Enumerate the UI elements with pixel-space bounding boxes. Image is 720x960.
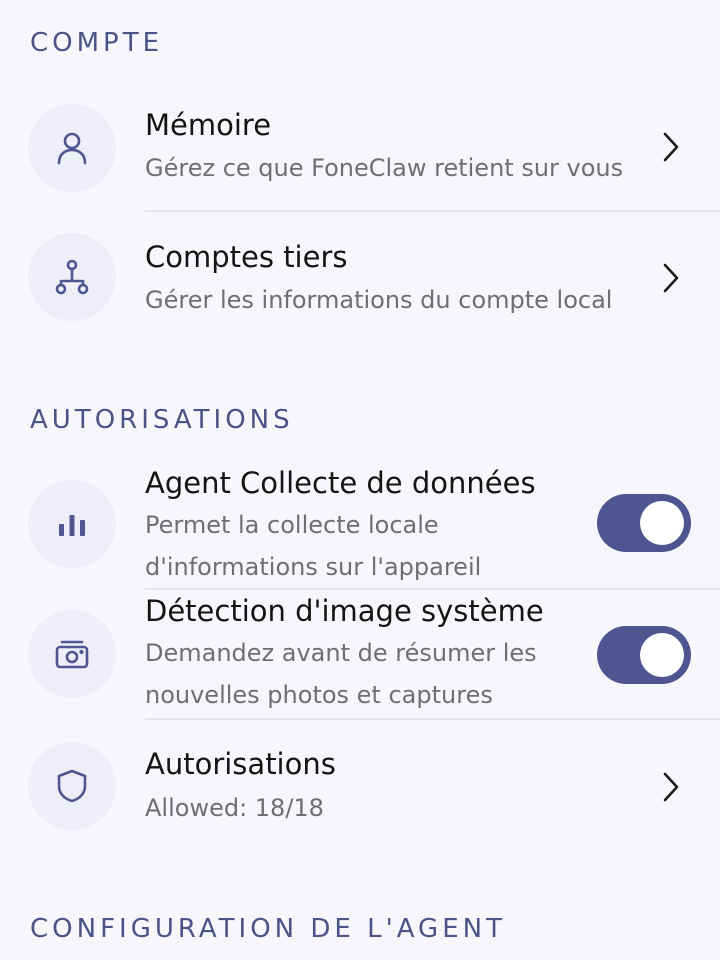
settings-item-title: Détection d'image système [145, 594, 544, 628]
settings-item-subtitle: Demandez avant de résumer les nouvelles … [145, 639, 537, 709]
divider [145, 210, 720, 212]
network-tree-icon [28, 233, 116, 321]
camera-icon [28, 610, 116, 698]
settings-item-title: Comptes tiers [145, 240, 348, 274]
settings-item-collecte-donnees[interactable]: Agent Collecte de données Permet la coll… [0, 460, 720, 588]
data-collection-toggle[interactable] [597, 494, 691, 552]
settings-item-subtitle: Gérer les informations du compte local [145, 286, 613, 314]
settings-item-memoire[interactable]: Mémoire Gérez ce que FoneClaw retient su… [0, 90, 720, 210]
settings-item-title: Mémoire [145, 108, 272, 142]
settings-item-title: Autorisations [145, 747, 336, 781]
section-title-configuration: CONFIGURATION DE L'AGENT [30, 914, 506, 944]
toggle-knob [640, 633, 684, 677]
settings-item-title: Agent Collecte de données [145, 466, 536, 500]
settings-item-subtitle: Gérez ce que FoneClaw retient sur vous [145, 154, 624, 182]
settings-item-autorisations[interactable]: Autorisations Allowed: 18/18 [0, 725, 720, 845]
chevron-right-icon [663, 772, 679, 802]
section-title-autorisations: AUTORISATIONS [30, 405, 294, 435]
settings-item-subtitle: Permet la collecte locale d'informations… [145, 511, 482, 581]
bar-chart-icon [28, 480, 116, 568]
chevron-right-icon [663, 132, 679, 162]
settings-item-subtitle: Allowed: 18/18 [145, 794, 324, 822]
image-detection-toggle[interactable] [597, 626, 691, 684]
chevron-right-icon [663, 263, 679, 293]
settings-item-comptes-tiers[interactable]: Comptes tiers Gérer les informations du … [0, 218, 720, 338]
settings-item-detection-image[interactable]: Détection d'image système Demandez avant… [0, 590, 720, 718]
person-icon [28, 104, 116, 192]
shield-icon [28, 742, 116, 830]
section-title-compte: COMPTE [30, 28, 164, 58]
toggle-knob [640, 501, 684, 545]
divider [145, 718, 720, 720]
